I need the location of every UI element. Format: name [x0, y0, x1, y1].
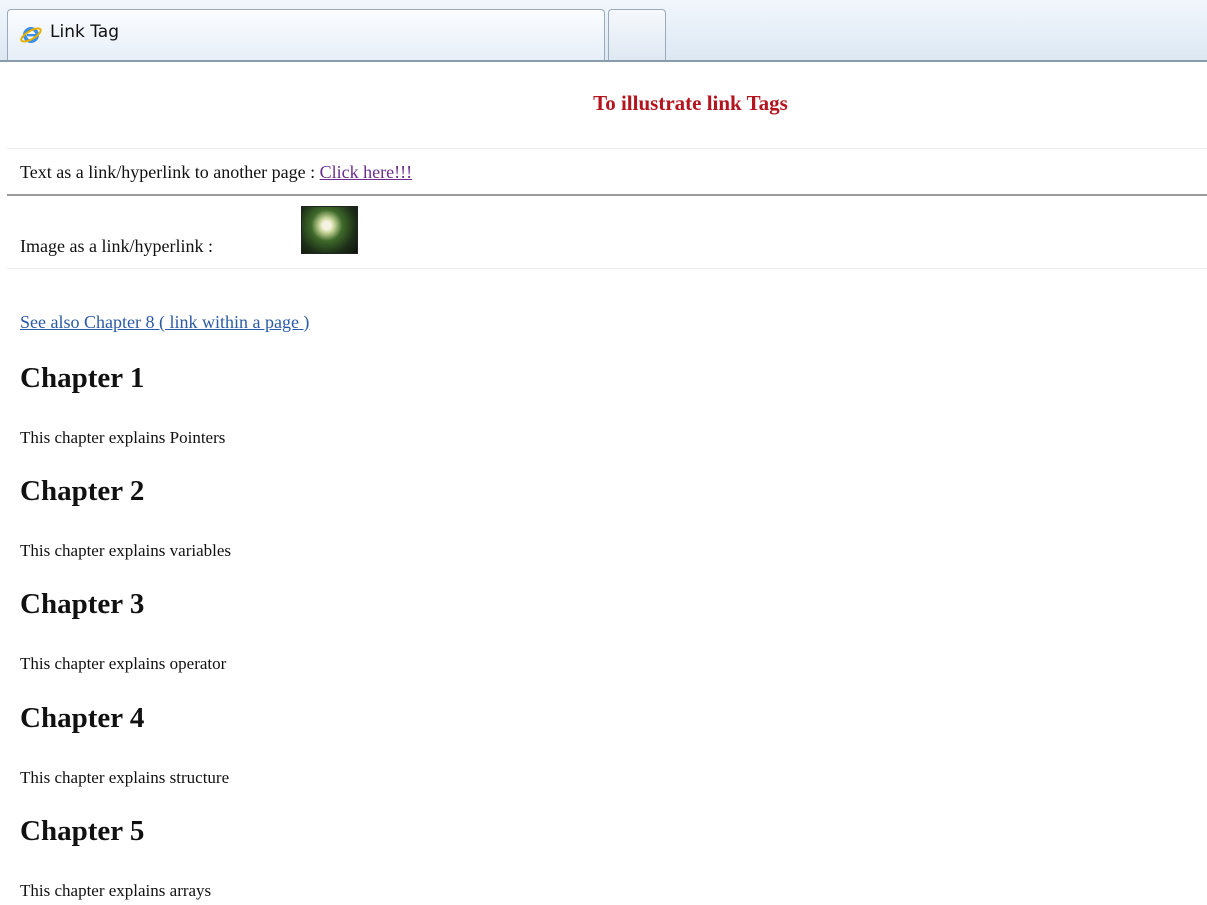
text-link-row: Text as a link/hyperlink to another page… — [20, 162, 412, 183]
divider — [7, 194, 1207, 196]
browser-tab-bar: Link Tag — [0, 0, 1207, 62]
internet-explorer-icon — [20, 27, 42, 43]
tab-title: Link Tag — [50, 22, 119, 42]
see-also-chapter-8-link[interactable]: See also Chapter 8 ( link within a page … — [20, 312, 309, 332]
text-link-prefix: Text as a link/hyperlink to another page… — [20, 162, 316, 182]
image-link-row: Image as a link/hyperlink : — [20, 236, 213, 257]
chapter-4-title: Chapter 4 — [20, 702, 145, 734]
anchor-link-row: See also Chapter 8 ( link within a page … — [20, 312, 309, 333]
flower-thumbnail-icon[interactable] — [301, 206, 358, 254]
chapter-1-text: This chapter explains Pointers — [20, 428, 226, 447]
image-link-prefix: Image as a link/hyperlink : — [20, 236, 213, 256]
chapter-3-title: Chapter 3 — [20, 588, 145, 620]
divider — [7, 268, 1207, 269]
chapter-5-text: This chapter explains arrays — [20, 881, 212, 900]
chapter-1-title: Chapter 1 — [20, 362, 145, 394]
new-tab-button[interactable] — [608, 9, 666, 60]
chapter-3-text: This chapter explains operator — [20, 654, 227, 673]
click-here-link[interactable]: Click here!!! — [320, 162, 412, 182]
page-heading: To illustrate link Tags — [593, 91, 788, 115]
chapter-4-text: This chapter explains structure — [20, 768, 230, 787]
chapter-2-title: Chapter 2 — [20, 475, 145, 507]
chapter-5-title: Chapter 5 — [20, 815, 145, 847]
divider — [7, 148, 1207, 149]
chapter-2-text: This chapter explains variables — [20, 541, 232, 560]
tab-link-tag[interactable]: Link Tag — [7, 9, 605, 60]
